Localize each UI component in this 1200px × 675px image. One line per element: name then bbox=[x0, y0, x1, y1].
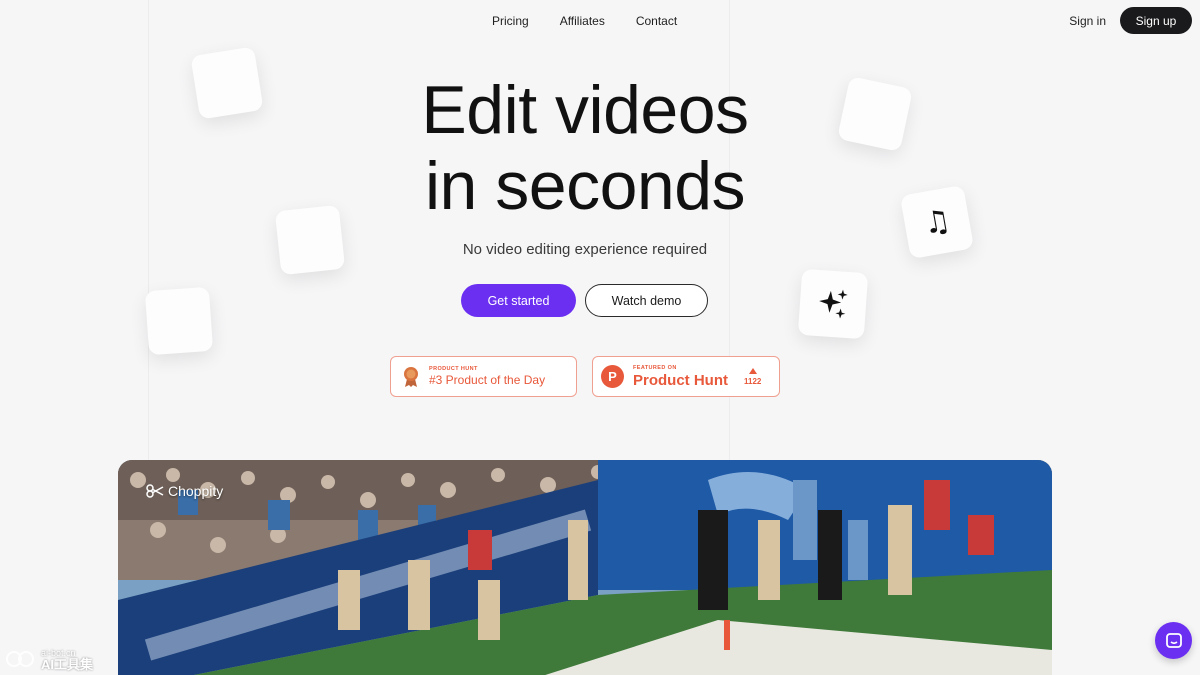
guide-line-left bbox=[148, 0, 149, 460]
nav-link-pricing[interactable]: Pricing bbox=[492, 13, 529, 29]
video-logo: Choppity bbox=[146, 483, 223, 499]
top-nav: Pricing Affiliates Contact bbox=[492, 13, 677, 29]
watermark: ai-bot.cn AI工具集 bbox=[4, 648, 94, 672]
sign-up-button[interactable]: Sign up bbox=[1120, 7, 1192, 34]
sign-in-link[interactable]: Sign in bbox=[1069, 14, 1106, 28]
sparkles-tile bbox=[797, 268, 869, 340]
watch-demo-button[interactable]: Watch demo bbox=[585, 284, 708, 317]
upvote-count: 1122 bbox=[744, 376, 762, 386]
chat-icon bbox=[1165, 632, 1182, 648]
hero-title: Edit videos in seconds bbox=[0, 72, 1170, 224]
hero-title-line2: in seconds bbox=[424, 148, 746, 224]
product-hunt-logo-icon: P bbox=[601, 365, 624, 388]
badge-award-caption: PRODUCT HUNT bbox=[429, 366, 478, 372]
badge-featured-title: Product Hunt bbox=[633, 372, 728, 389]
hero-cta-group: Get started Watch demo bbox=[461, 284, 708, 317]
badge-featured-caption: FEATURED ON bbox=[633, 365, 677, 371]
watermark-logo-icon bbox=[6, 651, 34, 667]
demo-video[interactable]: Choppity bbox=[118, 460, 1052, 675]
upvote-arrow-icon bbox=[748, 367, 757, 374]
hero-subtitle: No video editing experience required bbox=[462, 241, 708, 258]
nav-link-contact[interactable]: Contact bbox=[636, 13, 677, 29]
badge-award-title: #3 Product of the Day bbox=[429, 373, 546, 387]
watermark-line2: AI工具集 bbox=[41, 657, 94, 672]
floating-tile bbox=[144, 286, 214, 356]
hero-title-line1: Edit videos bbox=[421, 72, 749, 148]
auth-actions: Sign in Sign up bbox=[1069, 7, 1192, 34]
nav-link-affiliates[interactable]: Affiliates bbox=[560, 13, 605, 29]
sparkles-icon bbox=[819, 289, 848, 319]
medal-icon bbox=[402, 366, 420, 388]
scissors-icon bbox=[146, 484, 164, 498]
get-started-button[interactable]: Get started bbox=[461, 284, 576, 317]
video-logo-text: Choppity bbox=[168, 483, 224, 499]
video-frame bbox=[118, 460, 1052, 675]
chat-launcher-button[interactable] bbox=[1155, 622, 1192, 659]
product-hunt-award-badge[interactable]: PRODUCT HUNT #3 Product of the Day bbox=[390, 356, 577, 397]
product-hunt-featured-badge[interactable]: P FEATURED ON Product Hunt 1122 bbox=[592, 356, 780, 397]
upvote-counter: 1122 bbox=[744, 367, 762, 386]
